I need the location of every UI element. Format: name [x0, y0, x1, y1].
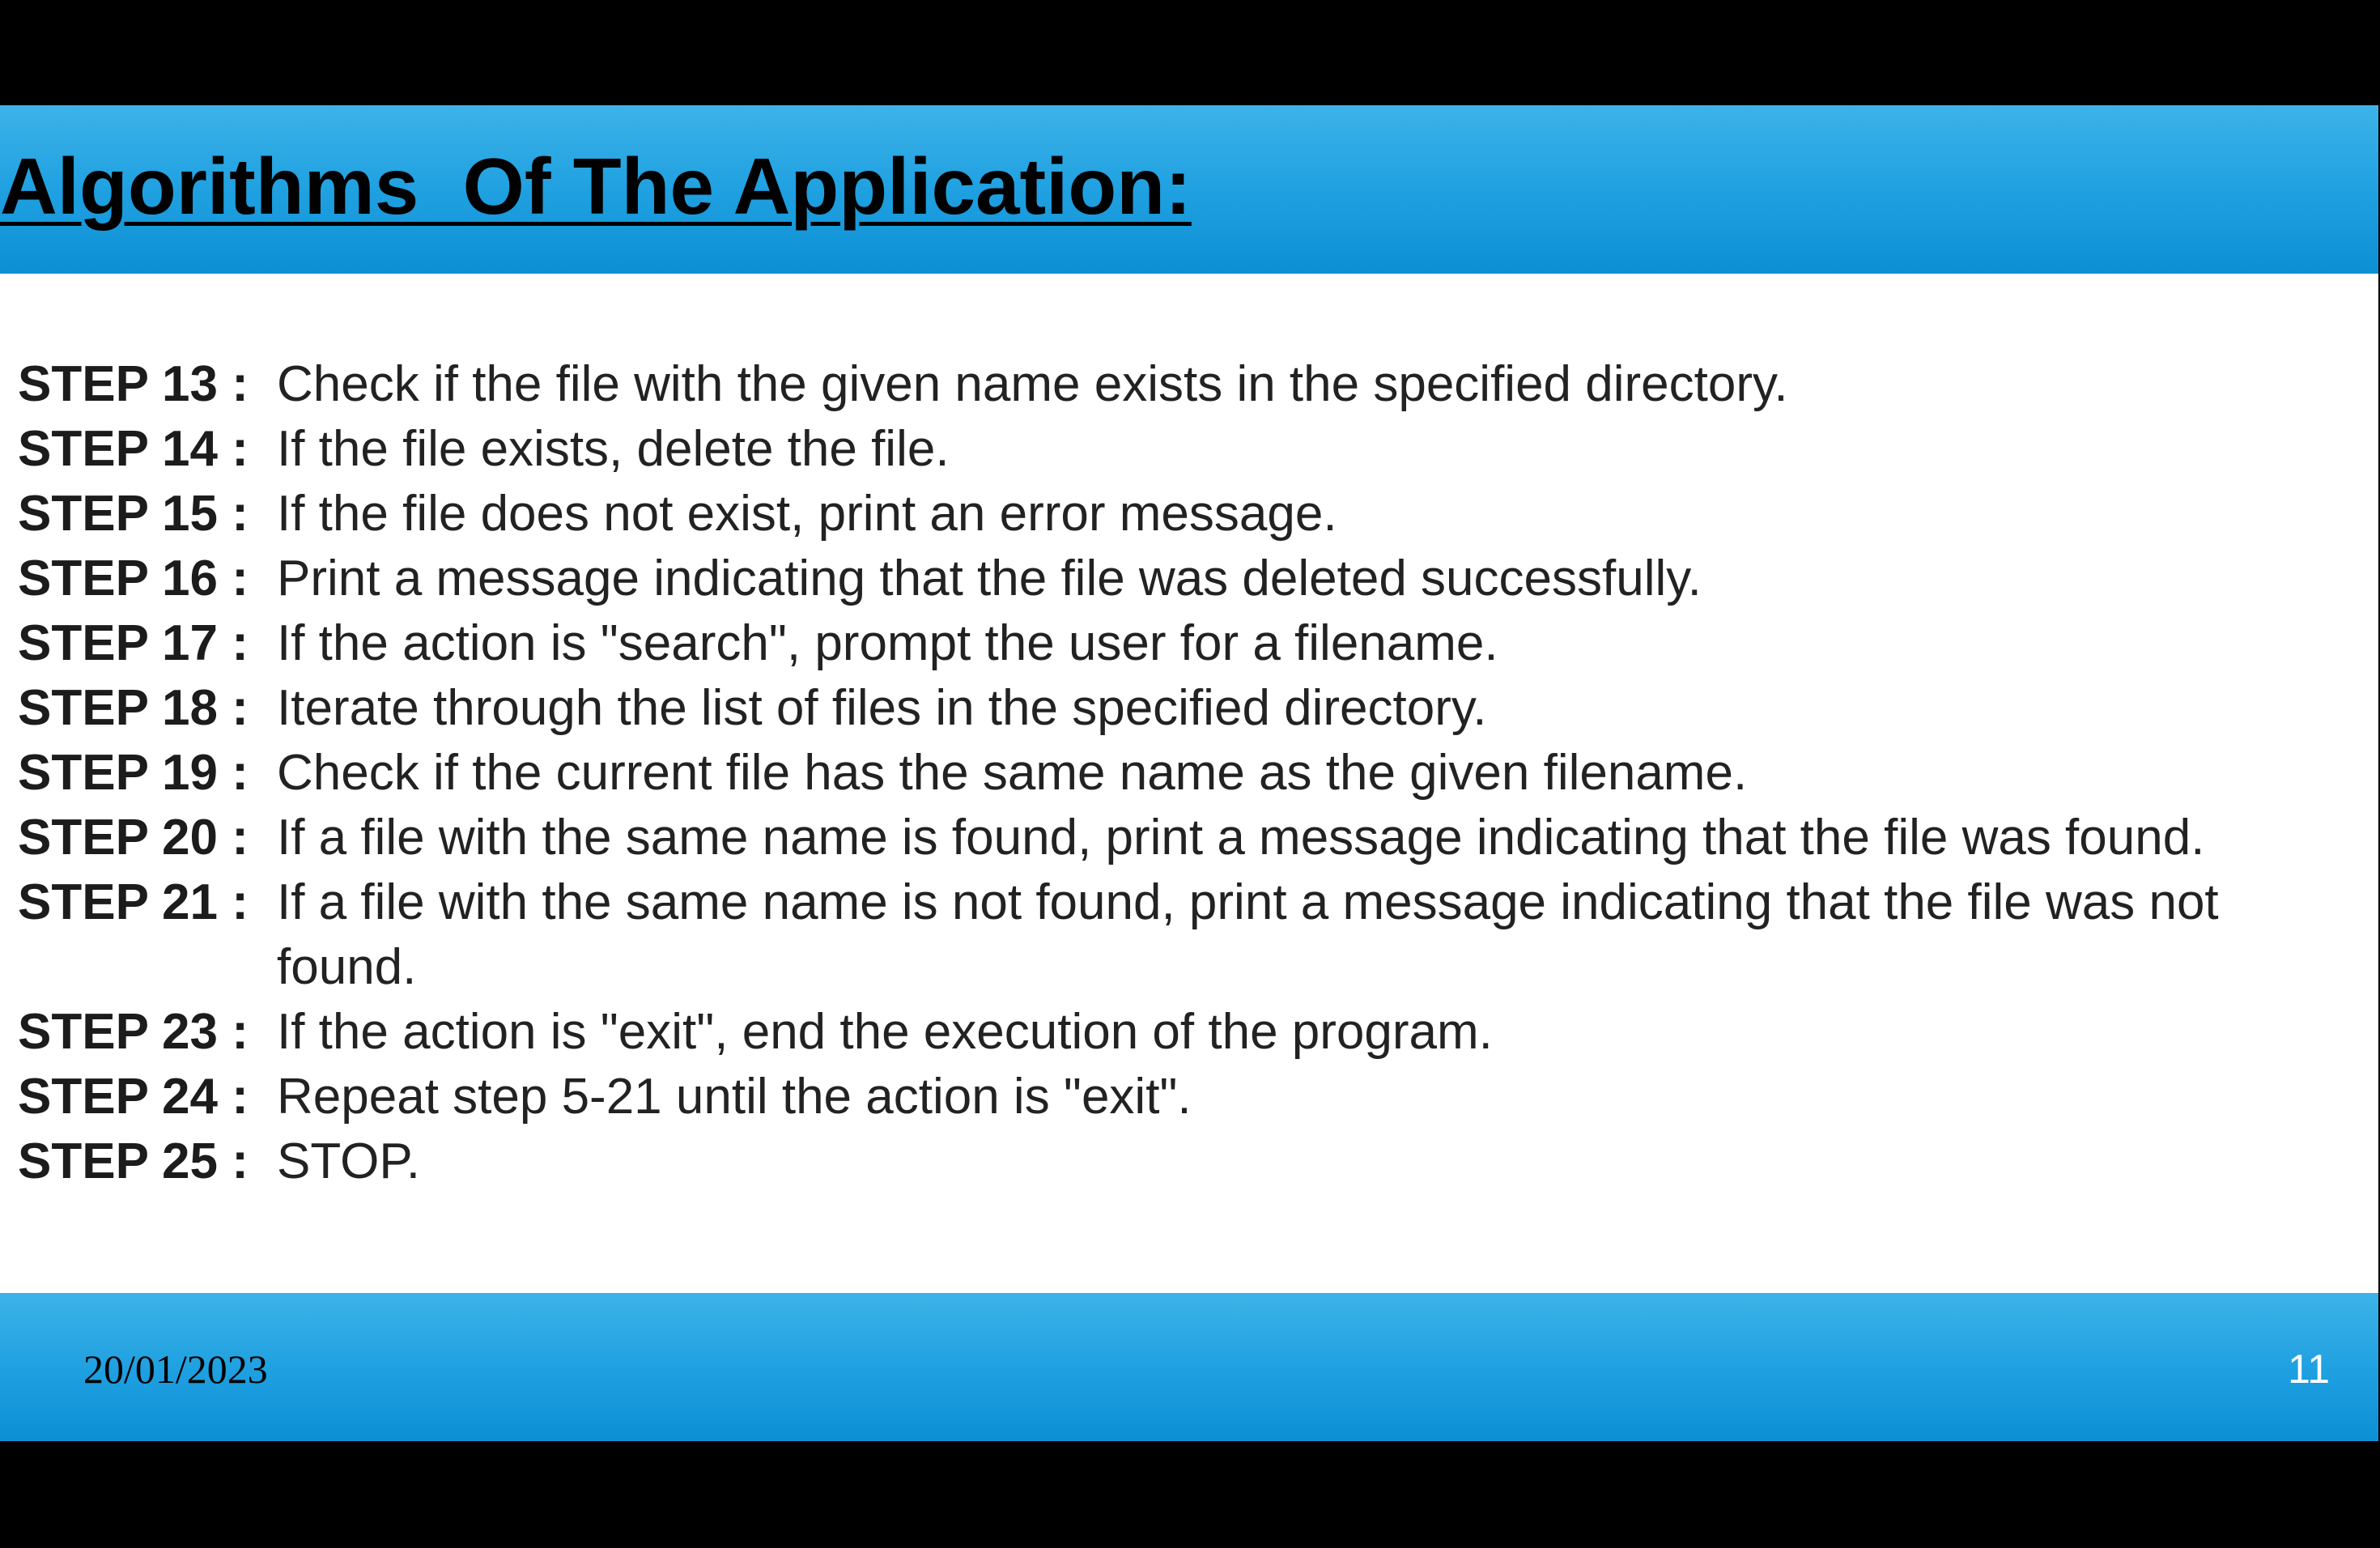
step-item: STEP 20 : If a file with the same name i… [18, 806, 2349, 870]
step-text: Repeat step 5-21 until the action is "ex… [277, 1069, 1192, 1125]
step-label: STEP 18 : [18, 680, 263, 736]
step-label: STEP 14 : [18, 421, 263, 477]
step-label: STEP 15 : [18, 486, 263, 542]
step-text: Iterate through the list of files in the… [277, 680, 1487, 736]
step-label: STEP 19 : [18, 745, 263, 801]
step-item: STEP 24 : Repeat step 5-21 until the act… [18, 1065, 2349, 1129]
step-label: STEP 17 : [18, 615, 263, 671]
footer-date: 20/01/2023 [83, 1346, 268, 1392]
step-label: STEP 16 : [18, 551, 263, 606]
step-text: Check if the current file has the same n… [277, 745, 1748, 801]
step-text: Print a message indicating that the file… [277, 551, 1702, 606]
step-label: STEP 24 : [18, 1069, 263, 1125]
step-item: STEP 25 : STOP. [18, 1129, 2349, 1194]
step-item: STEP 14 : If the file exists, delete the… [18, 417, 2349, 482]
slide-title: Algorithms Of The Application: [0, 142, 1192, 231]
step-item: STEP 13 : Check if the file with the giv… [18, 352, 2349, 417]
step-item: STEP 17 : If the action is "search", pro… [18, 611, 2349, 676]
footer-band: 20/01/2023 11 [0, 1293, 2378, 1441]
step-item: STEP 19 : Check if the current file has … [18, 741, 2349, 806]
step-item: STEP 18 : Iterate through the list of fi… [18, 676, 2349, 741]
step-label: STEP 23 : [18, 1004, 263, 1060]
step-text: If the file does not exist, print an err… [277, 486, 1337, 542]
step-text: Check if the file with the given name ex… [277, 356, 1788, 412]
step-text: STOP. [277, 1133, 420, 1189]
steps-list: STEP 13 : Check if the file with the giv… [18, 352, 2349, 1194]
step-item: STEP 21 : If a file with the same name i… [18, 870, 2349, 1000]
step-text: If a file with the same name is found, p… [277, 810, 2205, 865]
step-label: STEP 13 : [18, 356, 263, 412]
slide: Algorithms Of The Application: STEP 13 :… [0, 105, 2378, 1441]
step-text: If the file exists, delete the file. [277, 421, 950, 477]
step-label: STEP 20 : [18, 810, 263, 865]
step-label: STEP 25 : [18, 1133, 263, 1189]
step-label: STEP 21 : [18, 874, 263, 930]
step-text: If the action is "search", prompt the us… [277, 615, 1498, 671]
step-item: STEP 23 : If the action is "exit", end t… [18, 1000, 2349, 1065]
header-band: Algorithms Of The Application: [0, 105, 2378, 274]
step-text: If a file with the same name is not foun… [277, 874, 2219, 995]
slide-number: 11 [2288, 1346, 2330, 1392]
step-item: STEP 15 : If the file does not exist, pr… [18, 482, 2349, 546]
step-text: If the action is "exit", end the executi… [277, 1004, 1493, 1060]
step-item: STEP 16 : Print a message indicating tha… [18, 546, 2349, 611]
